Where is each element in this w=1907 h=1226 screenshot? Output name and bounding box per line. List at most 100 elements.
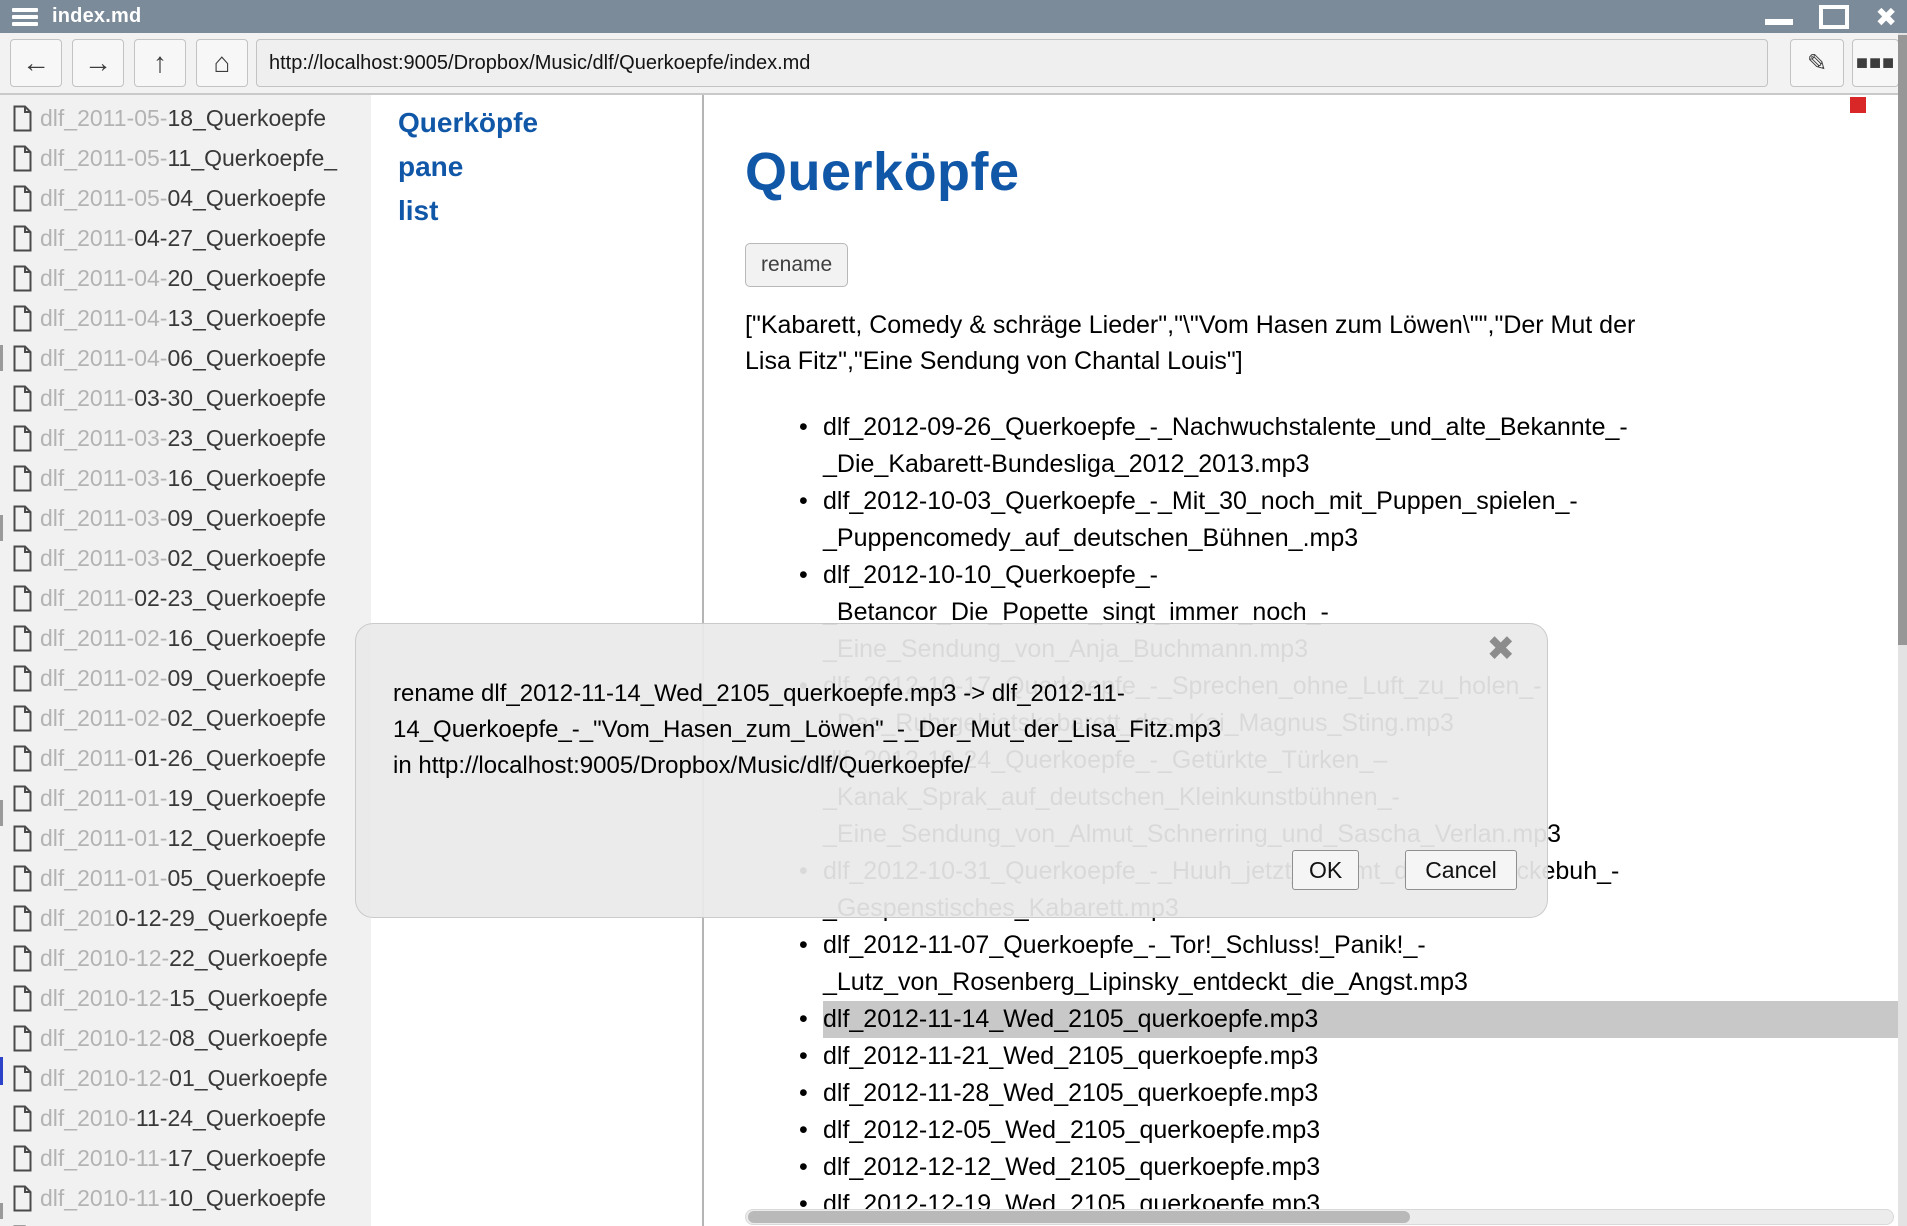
rename-button[interactable]: rename (745, 243, 848, 287)
sidebar-file-item[interactable]: dlf_2010-11-17_Querkoepfe (0, 1138, 371, 1178)
sidebar-file-item[interactable]: dlf_2011-01-12_Querkoepfe (0, 818, 371, 858)
close-icon: ✖ (1875, 4, 1897, 30)
sidebar-file-item[interactable]: dlf_2010-12-01_Querkoepfe (0, 1058, 371, 1098)
mp3-list-item[interactable]: dlf_2012-11-07_Querkoepfe_-_Tor!_Schluss… (823, 927, 1899, 1001)
sidebar-file-item[interactable]: dlf_2010-11-10_Querkoepfe (0, 1178, 371, 1218)
file-list-pane: dlf_2011-05-25_Querkoepfedlf_2011-05-18_… (0, 95, 371, 1226)
sidebar-file-item[interactable]: dlf_2011-05-11_Querkoepfe_ (0, 138, 371, 178)
forward-arrow-icon: → (84, 47, 112, 79)
filename-common-prefix: dlf_2011-02- (40, 665, 167, 692)
sidebar-file-item[interactable]: dlf_2010-11-24_Querkoepfe (0, 1098, 371, 1138)
sidebar-file-item[interactable]: dlf_2011-04-06_Querkoepfe (0, 338, 371, 378)
sidebar-file-item[interactable]: dlf_2011-01-19_Querkoepfe (0, 778, 371, 818)
nav-link-pane[interactable]: pane (398, 152, 702, 183)
mp3-list-item[interactable]: dlf_2012-12-12_Wed_2105_querkoepfe.mp3 (823, 1149, 1899, 1186)
filename-distinct-part: 12_Querkoepfe (167, 825, 326, 852)
clipped-column-artifact (0, 345, 3, 371)
sidebar-file-item[interactable]: dlf_2011-04-27_Querkoepfe (0, 218, 371, 258)
filename-common-prefix: dlf_2011-03- (40, 505, 167, 532)
dialog-close-icon[interactable]: ✖ (1487, 632, 1516, 666)
filename-common-prefix: dlf_2010-12- (40, 1025, 169, 1052)
url-input[interactable]: http://localhost:9005/Dropbox/Music/dlf/… (256, 39, 1768, 87)
filename-common-prefix: dlf_2011-02- (40, 625, 167, 652)
status-marker (1850, 97, 1866, 113)
window-controls: ✖ (1765, 0, 1897, 33)
sidebar-file-item[interactable]: dlf_2011-02-23_Querkoepfe (0, 578, 371, 618)
up-arrow-icon: ↑ (153, 47, 167, 79)
sidebar-file-item[interactable]: dlf_2011-03-02_Querkoepfe (0, 538, 371, 578)
cancel-button[interactable]: Cancel (1405, 850, 1517, 890)
sidebar-file-item[interactable]: dlf_2010-11-03_Querkoepfe (0, 1218, 371, 1226)
file-icon (12, 585, 33, 612)
filename-distinct-part: 22_Querkoepfe (169, 945, 328, 972)
filename-common-prefix: dlf_2010-11- (40, 1145, 167, 1172)
file-icon (12, 265, 33, 292)
sidebar-file-item[interactable]: dlf_2011-05-04_Querkoepfe (0, 178, 371, 218)
file-icon (12, 745, 33, 772)
sidebar-file-item[interactable]: dlf_2011-03-16_Querkoepfe (0, 458, 371, 498)
back-button[interactable]: ← (10, 39, 62, 87)
sidebar-file-item[interactable]: dlf_2011-02-02_Querkoepfe (0, 698, 371, 738)
vertical-scrollbar-thumb[interactable] (1898, 35, 1907, 645)
nav-link-querk-pfe[interactable]: Querköpfe (398, 108, 702, 139)
nav-link-list[interactable]: list (398, 196, 702, 227)
filename-distinct-part: 09_Querkoepfe (167, 665, 326, 692)
edit-button[interactable]: ✎ (1790, 39, 1844, 87)
file-icon (12, 305, 33, 332)
filename-distinct-part: 03-30_Querkoepfe (134, 385, 326, 412)
back-arrow-icon: ← (22, 47, 50, 79)
filename-distinct-part: 15_Querkoepfe (169, 985, 328, 1012)
metadata-text: ["Kabarett, Comedy & schräge Lieder","\"… (745, 307, 1895, 379)
vertical-scrollbar[interactable] (1898, 33, 1907, 1226)
filename-common-prefix: dlf_2011-03- (40, 545, 167, 572)
file-icon (12, 1025, 33, 1052)
menu-icon[interactable] (12, 8, 38, 26)
sidebar-file-item[interactable]: dlf_2011-01-05_Querkoepfe (0, 858, 371, 898)
sidebar-file-item[interactable]: dlf_2011-04-13_Querkoepfe (0, 298, 371, 338)
title-bar: index.md ✖ (0, 0, 1907, 33)
file-icon (12, 185, 33, 212)
filename-common-prefix: dlf_2011-01- (40, 825, 167, 852)
mp3-list-item[interactable]: dlf_2012-11-28_Wed_2105_querkoepfe.mp3 (823, 1075, 1899, 1112)
maximize-icon (1819, 5, 1849, 29)
file-icon (12, 505, 33, 532)
maximize-button[interactable] (1819, 5, 1849, 29)
sidebar-file-item[interactable]: dlf_2011-05-18_Querkoepfe (0, 98, 371, 138)
horizontal-scrollbar-thumb[interactable] (748, 1211, 1410, 1223)
filename-common-prefix: dlf_2011- (40, 225, 134, 252)
forward-button[interactable]: → (72, 39, 124, 87)
up-button[interactable]: ↑ (134, 39, 186, 87)
minimize-button[interactable] (1765, 9, 1793, 25)
mp3-list-item[interactable]: dlf_2012-11-14_Wed_2105_querkoepfe.mp3 (823, 1001, 1899, 1038)
horizontal-scrollbar[interactable] (745, 1209, 1894, 1225)
file-icon (12, 1145, 33, 1172)
mp3-list-item[interactable]: dlf_2012-12-05_Wed_2105_querkoepfe.mp3 (823, 1112, 1899, 1149)
file-icon (12, 825, 33, 852)
ok-button[interactable]: OK (1292, 850, 1359, 890)
close-button[interactable]: ✖ (1875, 4, 1897, 30)
sidebar-file-item[interactable]: dlf_2011-01-26_Querkoepfe (0, 738, 371, 778)
sidebar-file-item[interactable]: dlf_2010-12-15_Querkoepfe (0, 978, 371, 1018)
sidebar-file-item[interactable]: dlf_2011-02-09_Querkoepfe (0, 658, 371, 698)
home-button[interactable]: ⌂ (196, 39, 248, 87)
sidebar-file-item[interactable]: dlf_2010-12-29_Querkoepfe (0, 898, 371, 938)
mp3-filename: dlf_2012-10-03_Querkoepfe_-_Mit_30_noch_… (823, 483, 1899, 557)
file-icon (12, 425, 33, 452)
mp3-list-item[interactable]: dlf_2012-10-03_Querkoepfe_-_Mit_30_noch_… (823, 483, 1899, 557)
filename-distinct-part: 02_Querkoepfe (167, 705, 326, 732)
minimize-icon (1765, 19, 1793, 25)
mp3-list-item[interactable]: dlf_2012-11-21_Wed_2105_querkoepfe.mp3 (823, 1038, 1899, 1075)
file-icon (12, 905, 33, 932)
sidebar-file-item[interactable]: dlf_2011-03-09_Querkoepfe (0, 498, 371, 538)
more-options-button[interactable]: ■■■ (1852, 39, 1899, 87)
sidebar-file-item[interactable]: dlf_2011-03-23_Querkoepfe (0, 418, 371, 458)
sidebar-file-item[interactable]: dlf_2010-12-22_Querkoepfe (0, 938, 371, 978)
sidebar-file-item[interactable]: dlf_2011-02-16_Querkoepfe (0, 618, 371, 658)
sidebar-file-item[interactable]: dlf_2011-04-20_Querkoepfe (0, 258, 371, 298)
sidebar-file-item[interactable]: dlf_2011-03-30_Querkoepfe (0, 378, 371, 418)
filename-distinct-part: 09_Querkoepfe (167, 505, 326, 532)
dialog-message: rename dlf_2012-11-14_Wed_2105_querkoepf… (393, 676, 1393, 784)
mp3-list-item[interactable]: dlf_2012-09-26_Querkoepfe_-_Nachwuchstal… (823, 409, 1899, 483)
sidebar-file-item[interactable]: dlf_2010-12-08_Querkoepfe (0, 1018, 371, 1058)
file-icon (12, 345, 33, 372)
